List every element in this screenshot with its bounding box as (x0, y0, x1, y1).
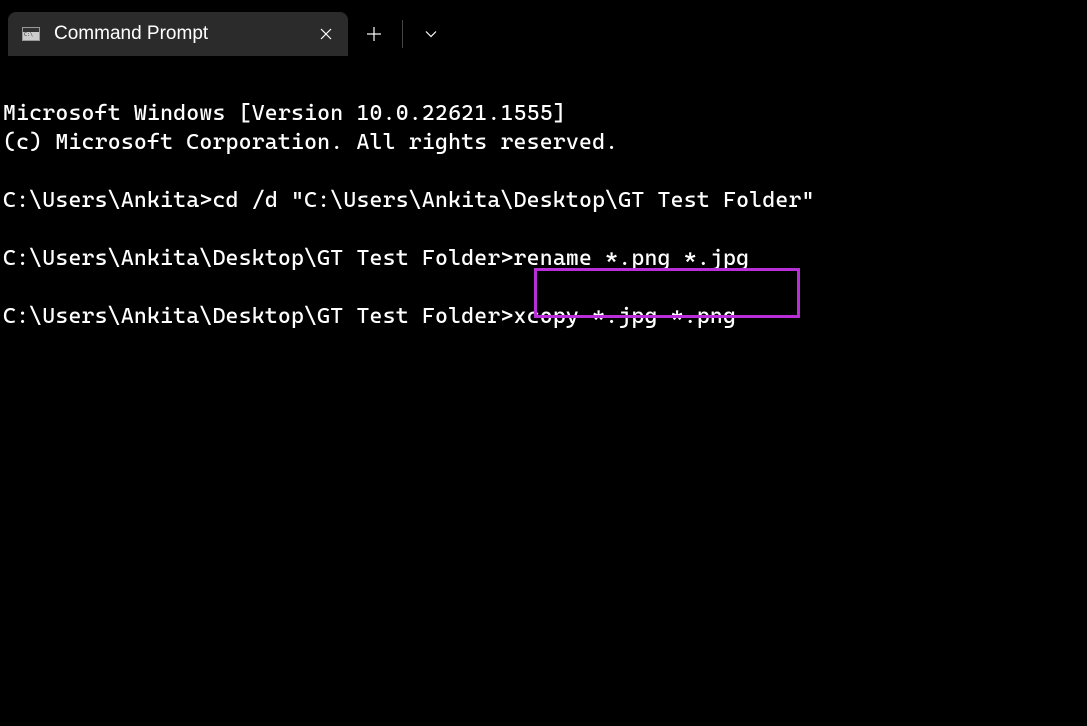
command-text: cd /d "C:\Users\Ankita\Desktop\GT Test F… (212, 188, 814, 213)
terminal-icon (22, 25, 40, 43)
plus-icon (367, 22, 381, 46)
terminal-output[interactable]: Microsoft Windows [Version 10.0.22621.15… (0, 56, 1087, 360)
output-line (3, 157, 1084, 186)
command-line: C:\Users\Ankita\Desktop\GT Test Folder>r… (3, 244, 1084, 273)
output-line (3, 273, 1084, 302)
prompt: C:\Users\Ankita\Desktop\GT Test Folder> (3, 246, 514, 271)
command-text: rename *.png *.jpg (514, 246, 750, 271)
tab-command-prompt[interactable]: Command Prompt (8, 12, 348, 56)
close-tab-button[interactable] (316, 24, 336, 44)
output-line: Microsoft Windows [Version 10.0.22621.15… (3, 99, 1084, 128)
output-line (3, 215, 1084, 244)
titlebar: Command Prompt (0, 0, 1087, 56)
titlebar-controls (348, 12, 457, 56)
output-line: (c) Microsoft Corporation. All rights re… (3, 128, 1084, 157)
prompt: C:\Users\Ankita> (3, 188, 212, 213)
command-text: xcopy *.jpg *.png (514, 304, 737, 329)
prompt: C:\Users\Ankita\Desktop\GT Test Folder> (3, 304, 514, 329)
command-line: C:\Users\Ankita>cd /d "C:\Users\Ankita\D… (3, 186, 1084, 215)
tab-title: Command Prompt (54, 23, 296, 45)
chevron-down-icon (425, 27, 437, 41)
command-line: C:\Users\Ankita\Desktop\GT Test Folder>x… (3, 302, 1084, 331)
divider (402, 20, 403, 48)
dropdown-button[interactable] (405, 12, 457, 56)
new-tab-button[interactable] (348, 12, 400, 56)
